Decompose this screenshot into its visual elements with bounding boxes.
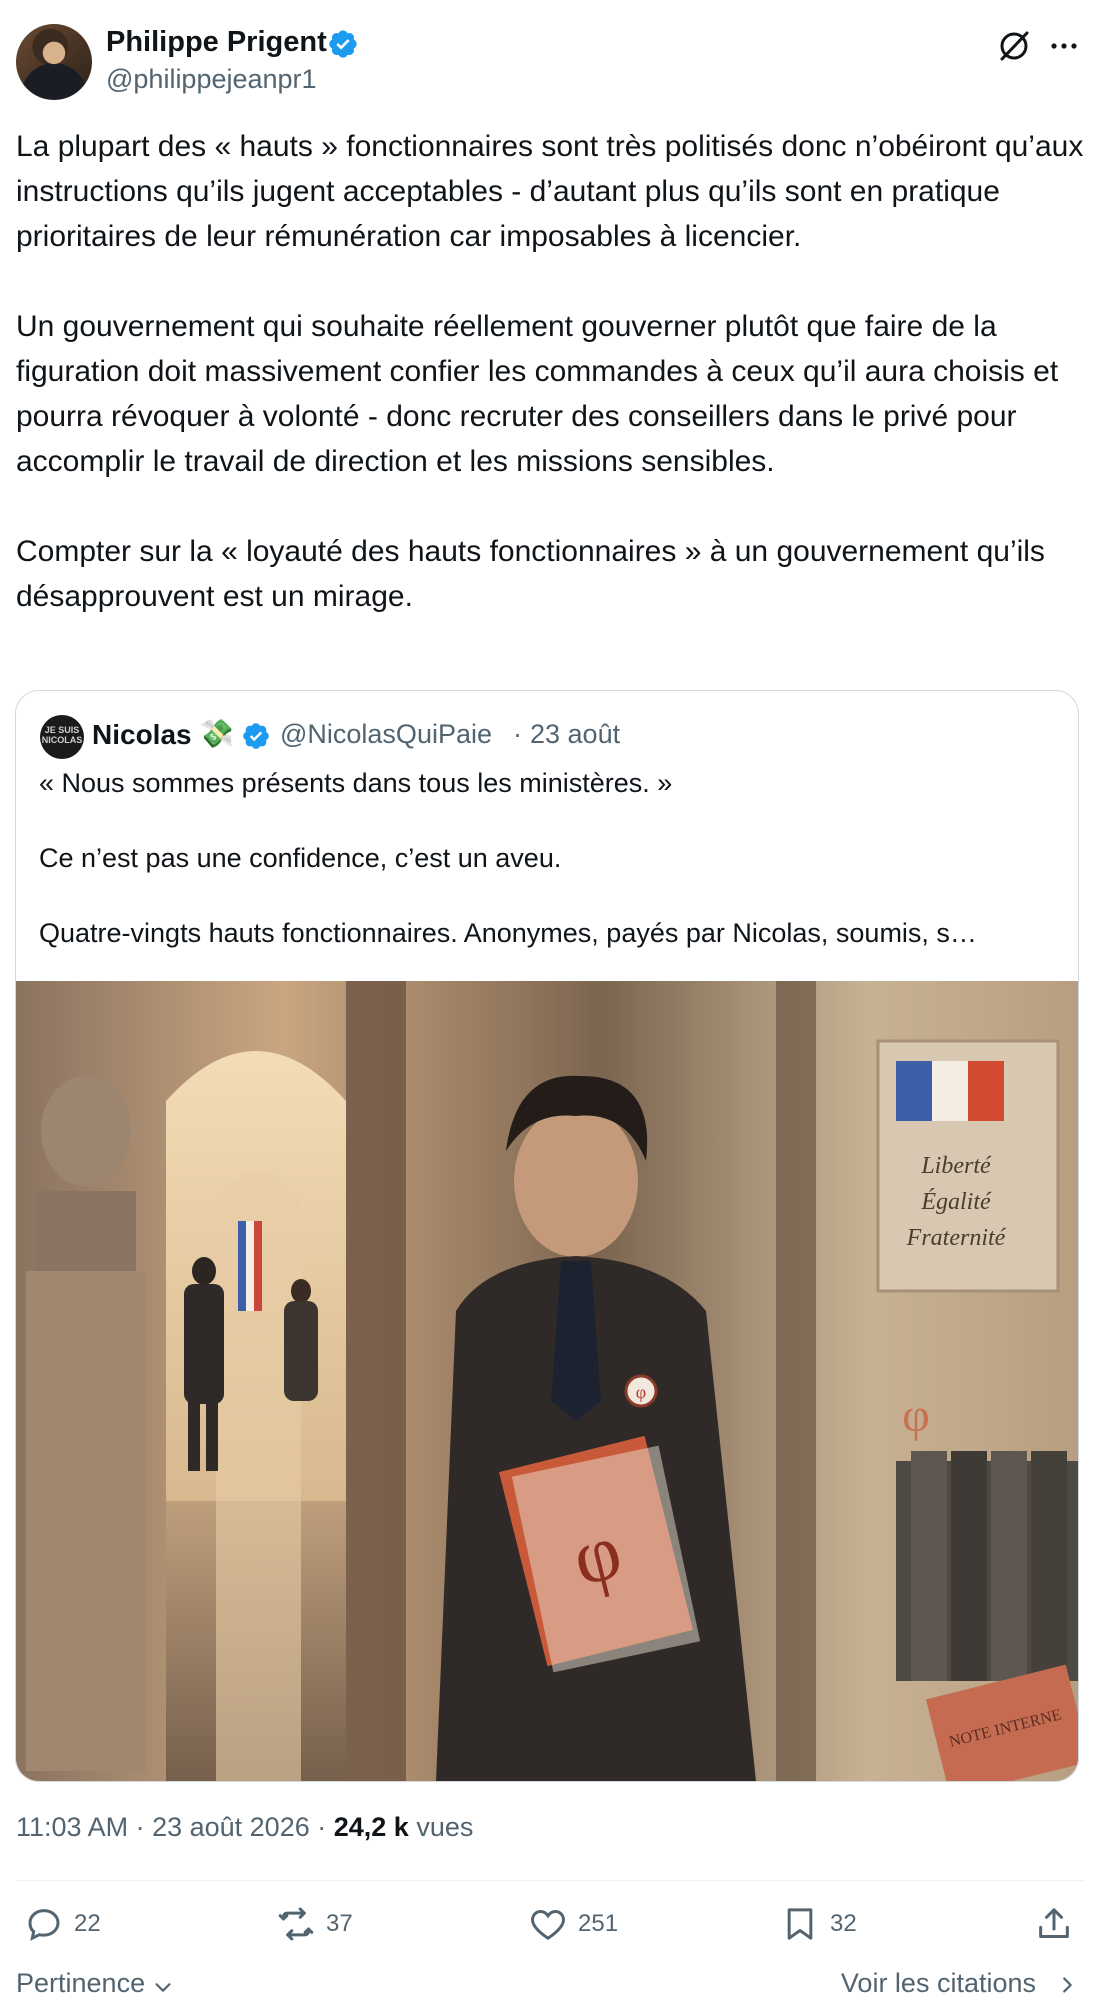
quoted-author-handle: @NicolasQuiPaie — [280, 719, 492, 749]
tweet-time[interactable]: 11:03 AM — [16, 1812, 128, 1842]
quoted-tweet[interactable]: JE SUIS NICOLAS Nicolas 💸 @NicolasQuiPai… — [15, 690, 1079, 1782]
author-handle[interactable]: @philippejeanpr1 — [106, 64, 317, 95]
share-icon — [1039, 1908, 1069, 1938]
sign-line-egalite: Égalité — [920, 1189, 992, 1215]
tweet-page: Philippe Prigent @philippejeanpr1 La plu… — [0, 0, 1098, 2015]
svg-text:φ: φ — [902, 1389, 930, 1442]
reply-button[interactable]: 22 — [24, 1902, 101, 1946]
author-avatar[interactable] — [16, 24, 92, 100]
meta-sep: · — [309, 1812, 334, 1842]
tweet-text: La plupart des « hauts » fonctionnaires … — [16, 130, 1084, 613]
quoted-author-name: Nicolas — [92, 719, 192, 750]
chevron-right-icon[interactable] — [1056, 1974, 1078, 1996]
bookmark-count: 32 — [830, 1910, 857, 1937]
like-count: 251 — [578, 1910, 619, 1937]
author-name[interactable]: Philippe Prigent — [106, 26, 327, 59]
like-icon — [531, 1909, 565, 1940]
money-emoji: 💸 — [199, 718, 234, 749]
verified-icon[interactable] — [327, 28, 359, 60]
verified-icon — [243, 723, 269, 749]
sign-line-fraternite: Fraternité — [906, 1225, 1007, 1251]
quoted-image[interactable]: Liberté Égalité Fraternité NOTE INTERNE … — [16, 981, 1079, 1781]
sign-line-liberte: Liberté — [920, 1153, 992, 1179]
quoted-text: « Nous sommes présents dans tous les min… — [39, 768, 977, 948]
quoted-separator: · — [513, 719, 522, 749]
svg-text:φ: φ — [636, 1382, 646, 1402]
chevron-down-icon[interactable] — [152, 1976, 174, 1998]
meta-sep: · — [128, 1812, 153, 1842]
retweet-button[interactable]: 37 — [276, 1902, 353, 1946]
reply-icon — [28, 1909, 60, 1941]
sort-dropdown[interactable]: Pertinence — [16, 1968, 145, 1999]
bookmark-button[interactable]: 32 — [780, 1902, 857, 1946]
views-label: vues — [408, 1812, 474, 1842]
views-count[interactable]: 24,2 k — [334, 1812, 409, 1842]
bookmark-icon — [787, 1908, 813, 1940]
quoted-avatar[interactable]: JE SUIS NICOLAS — [40, 715, 84, 759]
retweet-icon — [278, 1907, 314, 1941]
tweet-meta: 11:03 AM · 23 août 2026 · 24,2 k vues — [16, 1812, 473, 1843]
reply-count: 22 — [74, 1910, 101, 1937]
share-button[interactable] — [1034, 1902, 1084, 1946]
like-button[interactable]: 251 — [528, 1902, 618, 1946]
tweet-date[interactable]: 23 août 2026 — [152, 1812, 310, 1842]
view-quotes-link[interactable]: Voir les citations — [841, 1968, 1036, 1999]
grok-icon[interactable] — [994, 26, 1034, 66]
retweet-count: 37 — [326, 1910, 353, 1937]
divider — [16, 1880, 1084, 1881]
quoted-date: 23 août — [530, 719, 621, 749]
quoted-avatar-text: JE SUIS NICOLAS — [41, 725, 83, 745]
more-icon[interactable] — [1044, 26, 1084, 66]
